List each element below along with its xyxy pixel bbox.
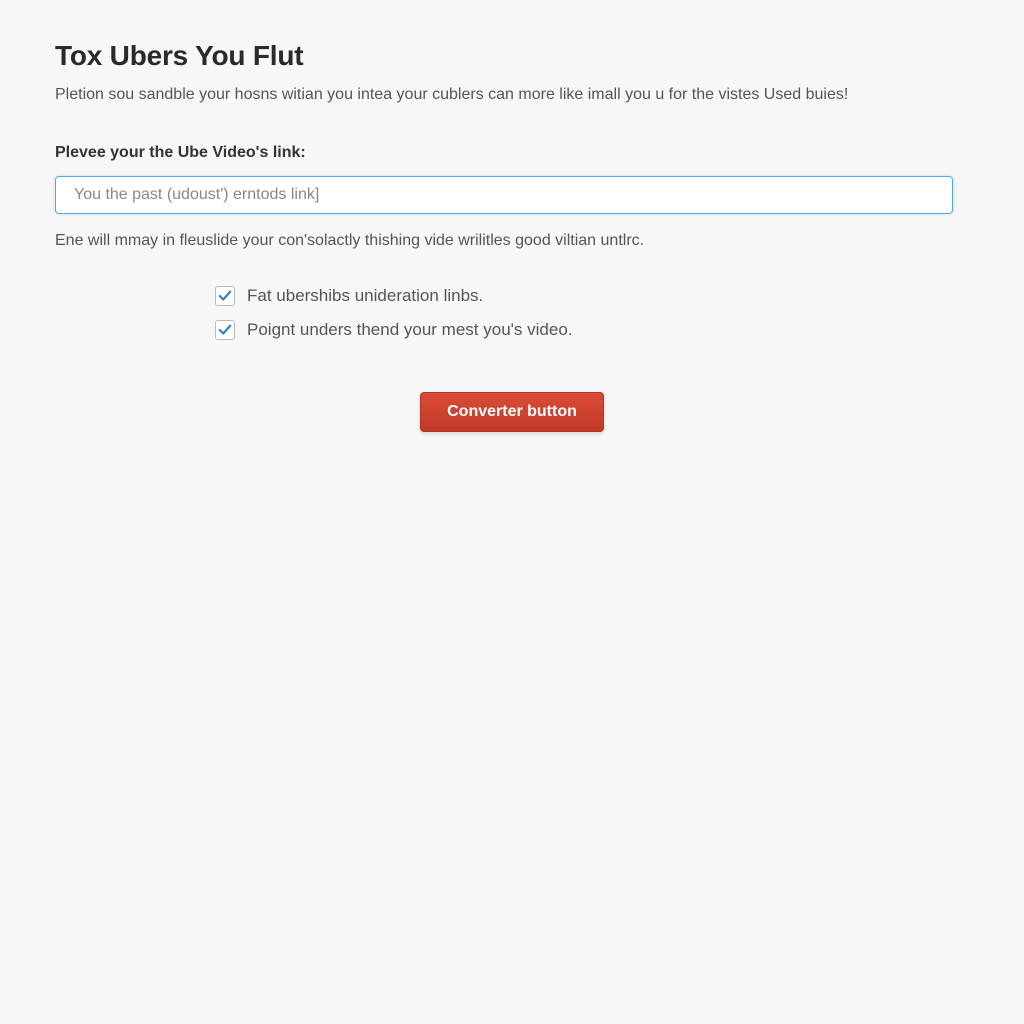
option-checkbox-2[interactable] <box>215 320 235 340</box>
option-row-1: Fat ubershibs unideration linbs. <box>215 286 969 306</box>
option-label-2: Poignt unders thend your mest you's vide… <box>247 320 573 340</box>
convert-button[interactable]: Converter button <box>420 392 604 432</box>
option-row-2: Poignt unders thend your mest you's vide… <box>215 320 969 340</box>
link-input-section: Plevee your the Ube Video's link: <box>55 144 969 214</box>
checkmark-icon <box>218 323 232 337</box>
link-input-label: Plevee your the Ube Video's link: <box>55 144 969 162</box>
helper-text: Ene will mmay in fleuslide your con'sola… <box>55 232 969 250</box>
option-label-1: Fat ubershibs unideration linbs. <box>247 286 483 306</box>
page-title: Tox Ubers You Flut <box>55 40 969 72</box>
page-subtitle: Pletion sou sandble your hosns witian yo… <box>55 86 969 104</box>
checkmark-icon <box>218 289 232 303</box>
video-link-input[interactable] <box>55 176 953 214</box>
option-checkbox-1[interactable] <box>215 286 235 306</box>
options-group: Fat ubershibs unideration linbs. Poignt … <box>215 286 969 340</box>
